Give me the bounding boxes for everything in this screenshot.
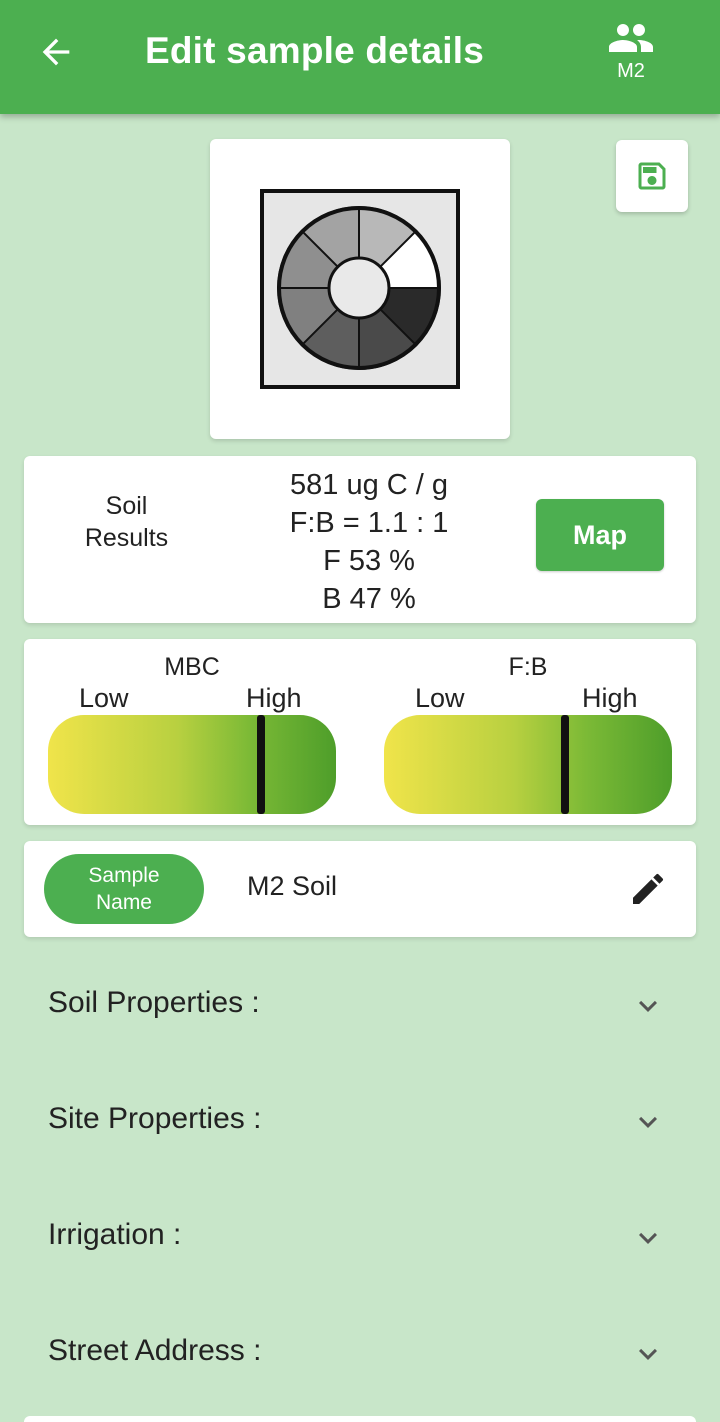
section-label: Soil Properties :	[48, 986, 260, 1019]
section-label: Irrigation :	[48, 1218, 182, 1251]
arrow-back-icon	[42, 38, 70, 66]
sample-name-pill-line2: Name	[95, 891, 152, 914]
save-button[interactable]	[616, 140, 688, 212]
next-card-peek	[24, 1416, 696, 1422]
gauge-marker	[561, 715, 569, 814]
section-street-address[interactable]: Street Address :	[0, 1300, 720, 1400]
gauge-high-label: High	[582, 683, 638, 713]
results-values: 581 ug C / g F:B = 1.1 : 1 F 53 % B 47 %	[219, 466, 519, 618]
gauge-marker	[257, 715, 265, 814]
sample-name-value: M2 Soil	[247, 871, 338, 901]
section-label: Street Address :	[48, 1334, 262, 1367]
fb-ratio: F:B = 1.1 : 1	[289, 507, 449, 539]
gauge-bar	[48, 715, 336, 814]
bacteria-percent: B 47 %	[322, 583, 416, 615]
soil-results-label-line2: Results	[84, 524, 169, 552]
back-button[interactable]	[30, 26, 82, 78]
section-irrigation[interactable]: Irrigation :	[0, 1184, 720, 1284]
gauges-card: MBC Low High F:B Low High	[24, 639, 696, 825]
group-label: M2	[617, 60, 645, 82]
gauge-low-label: Low	[415, 683, 465, 713]
soil-results-label-line1: Soil	[105, 492, 148, 520]
gauge-title: F:B	[508, 653, 548, 681]
chevron-down-icon	[639, 1116, 657, 1128]
page-title: Edit sample details	[145, 30, 484, 71]
save-icon	[638, 162, 666, 190]
fungi-percent: F 53 %	[323, 545, 415, 577]
sample-name-card: Sample Name M2 Soil	[24, 841, 696, 937]
soil-results-card: Soil Results 581 ug C / g F:B = 1.1 : 1 …	[24, 456, 696, 623]
sample-image-card	[210, 139, 510, 439]
gauge-high-label: High	[246, 683, 302, 713]
chevron-down-icon	[639, 1348, 657, 1360]
section-label: Site Properties :	[48, 1102, 262, 1135]
map-button[interactable]: Map	[536, 499, 664, 571]
section-site-properties[interactable]: Site Properties :	[0, 1068, 720, 1168]
group-icon	[609, 24, 653, 52]
section-soil-properties[interactable]: Soil Properties :	[0, 952, 720, 1052]
sample-name-pill: Sample Name	[44, 854, 204, 924]
mbc-value: 581 ug C / g	[290, 469, 448, 501]
gauge-low-label: Low	[79, 683, 129, 713]
app-bar: Edit sample details M2	[0, 0, 720, 114]
group-button[interactable]: M2	[596, 18, 666, 90]
chevron-down-icon	[639, 1232, 657, 1244]
soil-wheel-image	[260, 189, 460, 389]
gauge-title: MBC	[164, 653, 220, 681]
gauge-bar	[384, 715, 672, 814]
sample-name-pill-line1: Sample	[88, 864, 160, 887]
pencil-icon	[633, 873, 664, 904]
chevron-down-icon	[639, 1000, 657, 1012]
edit-name-button[interactable]	[624, 865, 672, 913]
soil-results-label: Soil Results	[54, 490, 199, 554]
